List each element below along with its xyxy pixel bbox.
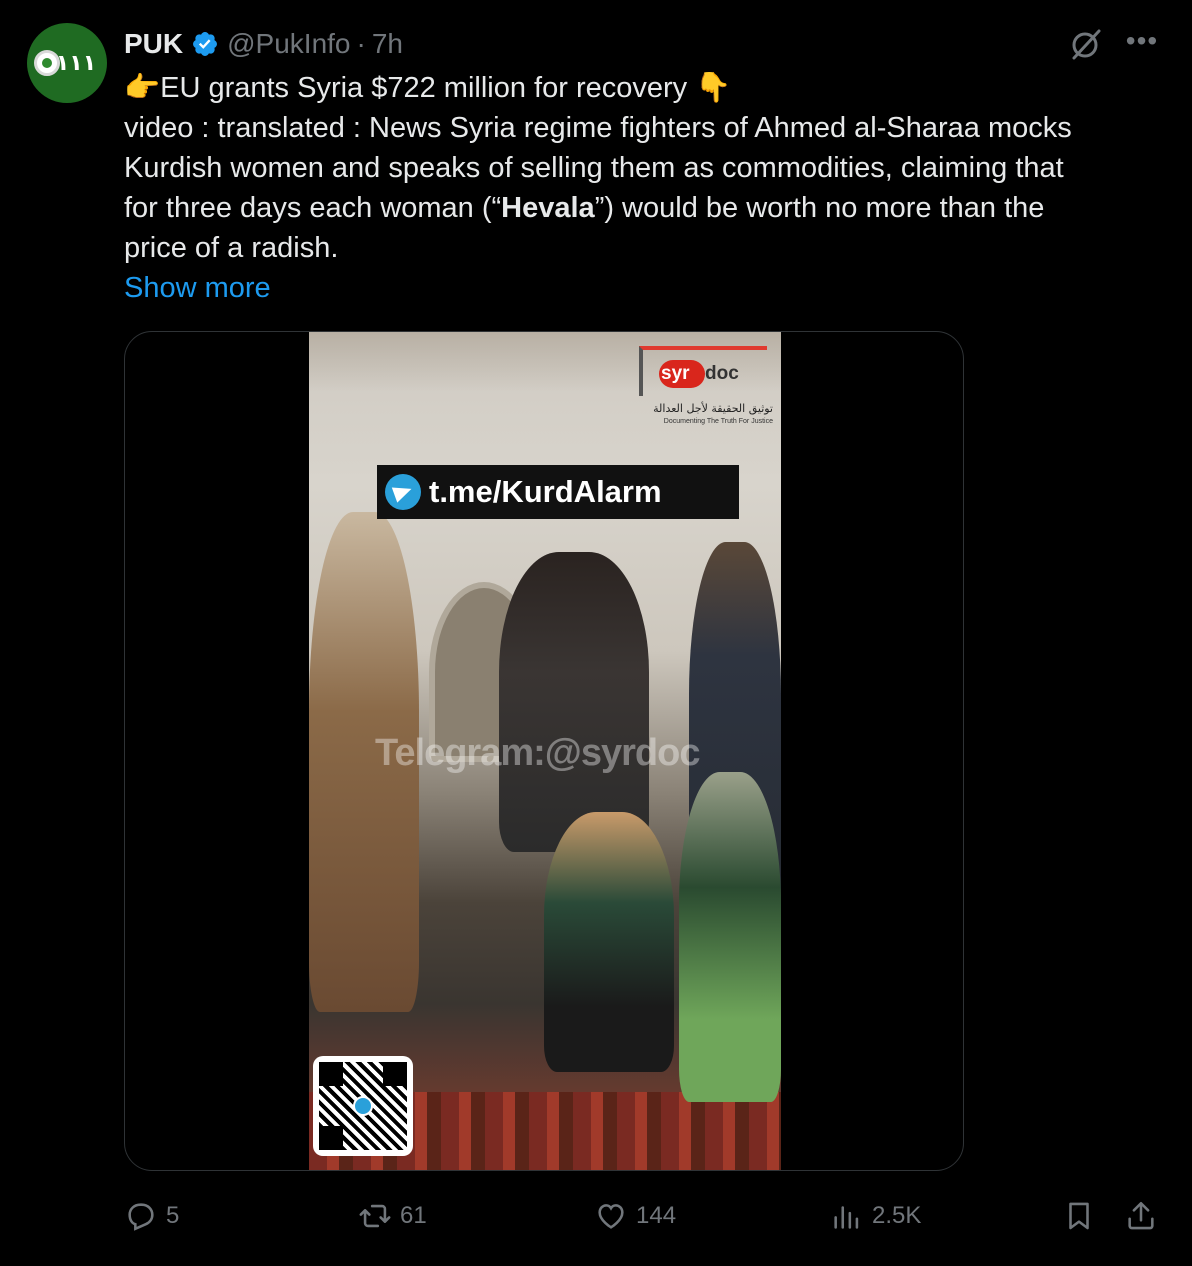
bookmark-button[interactable] [1062,1194,1096,1238]
reply-button[interactable]: 5 [124,1194,179,1238]
like-icon [598,1204,624,1229]
show-more-link[interactable]: Show more [124,268,271,308]
qr-grid [319,1062,407,1150]
telegram-icon [353,1096,373,1116]
tweet-line: 👉EU grants Syria $722 million for recove… [124,72,732,104]
views-button[interactable]: 2.5K [830,1194,921,1238]
share-icon [1128,1201,1154,1230]
tweet-header: PUK @PukInfo · 7h [124,26,403,62]
logo-english: Documenting The Truth For Justice [663,418,773,425]
tweet-line: price of a radish. [124,232,339,264]
logo-doc: doc [705,363,739,384]
puk-emblem-icon [34,50,60,76]
views-count: 2.5K [872,1202,922,1229]
repost-count: 61 [400,1202,427,1229]
logo-arabic: توثيق الحقيقة لأجل العدالة [653,402,773,415]
tweet-text: 👉EU grants Syria $722 million for recove… [124,68,1154,268]
tweet-line-4-start: for three days each woman (“ [124,192,502,224]
tweet-line: video : translated : News Syria regime f… [124,112,1072,144]
telegram-banner: t.me/KurdAlarm [377,465,739,519]
video-frame[interactable]: syr doc توثيق الحقيقة لأجل العدالة Docum… [309,332,781,1170]
person-figure [679,772,781,1102]
tweet-line: Kurdish women and speaks of selling them… [124,152,1064,184]
logo-syr: syr [661,363,690,384]
share-button[interactable] [1124,1194,1158,1238]
separator-dot: · [356,28,366,59]
telegram-link-text: t.me/KurdAlarm [429,474,662,509]
bold-word: Hevala [501,192,595,224]
tweet-line-4-end: ”) would be worth no more than the [594,192,1045,224]
like-count: 144 [636,1202,677,1229]
syrdoc-logo: syr doc توثيق الحقيقة لأجل العدالة Docum… [635,346,773,430]
tweet-line-4: for three days each woman (“Hevala”) wou… [124,188,1154,228]
reply-icon [128,1203,154,1231]
author-name[interactable]: PUK [124,28,183,60]
grok-icon[interactable] [1068,26,1104,62]
qr-code [313,1056,413,1156]
author-handle[interactable]: @PukInfo [227,28,350,60]
video-media[interactable]: syr doc توثيق الحقيقة لأجل العدالة Docum… [124,331,964,1171]
repost-icon [359,1204,391,1228]
more-icon[interactable]: ••• [1122,26,1162,62]
person-figure [544,812,674,1072]
person-figure [499,552,649,852]
verified-badge-icon[interactable] [191,30,219,58]
views-icon [834,1206,859,1229]
bookmark-icon [1069,1202,1089,1230]
avatar[interactable]: ١١١ [27,23,107,103]
telegram-icon [385,474,421,510]
avatar-text: ١١١ [55,50,97,75]
watermark: Telegram:@syrdoc [375,732,700,774]
repost-button[interactable]: 61 [358,1194,427,1238]
like-button[interactable]: 144 [594,1194,676,1238]
reply-count: 5 [166,1202,180,1229]
action-bar: 5 61 144 2.5K [124,1194,1164,1238]
timestamp[interactable]: 7h [372,28,403,60]
